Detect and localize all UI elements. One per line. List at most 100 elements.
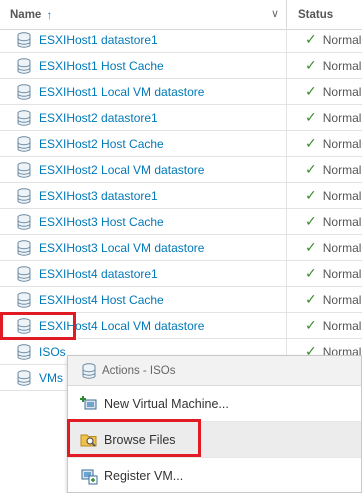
status-cell: ✓ Normal	[288, 235, 362, 260]
table-row[interactable]: ESXIHost4 Host Cache ✓ Normal	[0, 287, 362, 313]
context-menu-title: Actions - ISOs	[102, 364, 176, 377]
name-cell: ESXIHost4 datastore1	[0, 261, 287, 286]
check-icon: ✓	[305, 187, 317, 203]
datastore-icon	[17, 83, 31, 100]
status-cell: ✓ Normal	[288, 79, 362, 104]
datastore-link[interactable]: VMs	[39, 371, 63, 385]
highlight-box-browse-files	[67, 419, 201, 457]
datastore-icon	[17, 213, 31, 230]
check-icon: ✓	[305, 109, 317, 125]
table-row[interactable]: ESXIHost2 Local VM datastore ✓ Normal	[0, 157, 362, 183]
column-status-label: Status	[298, 9, 334, 21]
datastore-icon	[17, 369, 31, 386]
status-text: Normal	[322, 266, 362, 281]
status-text: Normal	[322, 84, 362, 99]
check-icon: ✓	[305, 135, 317, 151]
status-cell: ✓ Normal	[288, 313, 362, 338]
datastore-link[interactable]: ISOs	[39, 345, 66, 359]
datastore-icon	[17, 161, 31, 178]
name-cell: ESXIHost1 Host Cache	[0, 53, 287, 78]
menu-item-register-vm[interactable]: Register VM...	[68, 458, 361, 493]
datastore-icon	[17, 265, 31, 282]
datastore-link[interactable]: ESXIHost1 Host Cache	[39, 59, 164, 73]
status-cell: ✓ Normal	[288, 105, 362, 130]
datastore-link[interactable]: ESXIHost2 Local VM datastore	[39, 163, 204, 177]
datastore-link[interactable]: ESXIHost2 Host Cache	[39, 137, 164, 151]
datastore-link[interactable]: ESXIHost2 datastore1	[39, 111, 158, 125]
status-text: Normal	[322, 188, 362, 203]
name-cell: ESXIHost3 datastore1	[0, 183, 287, 208]
datastore-icon	[82, 362, 96, 379]
status-cell: ✓ Normal	[288, 287, 362, 312]
status-cell: ✓ Normal	[288, 131, 362, 156]
table-row[interactable]: ESXIHost4 datastore1 ✓ Normal	[0, 261, 362, 287]
highlight-box-isos	[0, 312, 76, 340]
datastore-link[interactable]: ESXIHost3 datastore1	[39, 189, 158, 203]
check-icon: ✓	[305, 213, 317, 229]
datastore-icon	[17, 343, 31, 360]
check-icon: ✓	[305, 57, 317, 73]
check-icon: ✓	[305, 83, 317, 99]
status-text: Normal	[322, 58, 362, 73]
datastore-link[interactable]: ESXIHost1 Local VM datastore	[39, 85, 204, 99]
status-text: Normal	[322, 110, 362, 125]
name-cell: ESXIHost3 Local VM datastore	[0, 235, 287, 260]
grid-header: Name ↑ ∨ Status	[0, 0, 362, 30]
status-cell: ✓ Normal	[288, 157, 362, 182]
status-cell: ✓ Normal	[288, 183, 362, 208]
name-cell: ESXIHost3 Host Cache	[0, 209, 287, 234]
check-icon: ✓	[305, 265, 317, 281]
check-icon: ✓	[305, 317, 317, 333]
status-text: Normal	[322, 214, 362, 229]
table-row[interactable]: ESXIHost1 Local VM datastore ✓ Normal	[0, 79, 362, 105]
name-cell: ESXIHost2 Local VM datastore	[0, 157, 287, 182]
status-text: Normal	[322, 32, 362, 47]
menu-item-label: Register VM...	[104, 468, 184, 483]
table-row[interactable]: ESXIHost2 Host Cache ✓ Normal	[0, 131, 362, 157]
datastore-icon	[17, 291, 31, 308]
chevron-down-icon[interactable]: ∨	[271, 7, 279, 20]
name-cell: ESXIHost1 Local VM datastore	[0, 79, 287, 104]
sort-ascending-icon[interactable]: ↑	[46, 8, 52, 22]
name-cell: ESXIHost1 datastore1	[0, 27, 287, 52]
datastore-icon	[17, 135, 31, 152]
check-icon: ✓	[305, 291, 317, 307]
check-icon: ✓	[305, 31, 317, 47]
register-vm-icon	[81, 469, 98, 484]
context-menu-header: Actions - ISOs	[68, 356, 361, 386]
table-row[interactable]: ESXIHost1 datastore1 ✓ Normal	[0, 27, 362, 53]
column-header-name[interactable]: Name ↑ ∨	[0, 0, 287, 30]
datastore-link[interactable]: ESXIHost1 datastore1	[39, 33, 158, 47]
column-name-label: Name	[10, 9, 42, 21]
status-cell: ✓ Normal	[288, 53, 362, 78]
datastore-link[interactable]: ESXIHost3 Host Cache	[39, 215, 164, 229]
status-cell: ✓ Normal	[288, 27, 362, 52]
status-text: Normal	[322, 136, 362, 151]
datastore-link[interactable]: ESXIHost4 datastore1	[39, 267, 158, 281]
menu-item-new-virtual-machine[interactable]: New Virtual Machine...	[68, 386, 361, 422]
status-text: Normal	[322, 162, 362, 177]
status-text: Normal	[322, 318, 362, 333]
datastore-icon	[17, 31, 31, 48]
check-icon: ✓	[305, 239, 317, 255]
table-row[interactable]: ESXIHost3 Host Cache ✓ Normal	[0, 209, 362, 235]
datastore-icon	[17, 239, 31, 256]
column-header-status[interactable]: Status	[288, 0, 362, 30]
new-vm-icon	[80, 395, 97, 409]
datastore-icon	[17, 57, 31, 74]
table-row[interactable]: ESXIHost2 datastore1 ✓ Normal	[0, 105, 362, 131]
name-cell: ESXIHost2 datastore1	[0, 105, 287, 130]
status-cell: ✓ Normal	[288, 261, 362, 286]
datastore-link[interactable]: ESXIHost3 Local VM datastore	[39, 241, 204, 255]
datastore-icon	[17, 109, 31, 126]
status-cell: ✓ Normal	[288, 209, 362, 234]
table-row[interactable]: ESXIHost3 Local VM datastore ✓ Normal	[0, 235, 362, 261]
datastore-link[interactable]: ESXIHost4 Host Cache	[39, 293, 164, 307]
status-text: Normal	[322, 292, 362, 307]
menu-item-label: New Virtual Machine...	[104, 396, 229, 411]
name-cell: ESXIHost4 Host Cache	[0, 287, 287, 312]
check-icon: ✓	[305, 161, 317, 177]
table-row[interactable]: ESXIHost1 Host Cache ✓ Normal	[0, 53, 362, 79]
table-row[interactable]: ESXIHost3 datastore1 ✓ Normal	[0, 183, 362, 209]
datastore-icon	[17, 187, 31, 204]
